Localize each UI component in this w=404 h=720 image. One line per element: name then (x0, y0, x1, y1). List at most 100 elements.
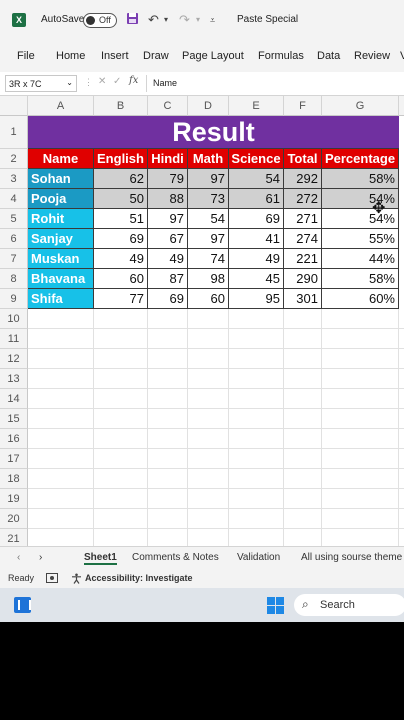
row-header-5[interactable]: 5 (0, 209, 28, 229)
table-cell[interactable]: 51 (94, 209, 148, 229)
table-cell[interactable]: 58% (322, 169, 399, 189)
customize-toolbar-icon[interactable]: ⩡ (210, 12, 215, 28)
scroll-left-icon[interactable]: ‹ (17, 552, 20, 563)
table-cell[interactable]: 54 (229, 169, 284, 189)
table-cell[interactable]: 50 (94, 189, 148, 209)
row-header-8[interactable]: 8 (0, 269, 28, 289)
table-cell[interactable]: 55% (322, 229, 399, 249)
tab-file[interactable]: File (17, 50, 35, 62)
row-header-4[interactable]: 4 (0, 189, 28, 209)
table-cell[interactable]: 221 (284, 249, 322, 269)
tab-formulas[interactable]: Formulas (258, 50, 304, 62)
column-header-g[interactable]: G (322, 96, 399, 116)
row-header-11[interactable]: 11 (0, 329, 28, 349)
name-cell[interactable]: Sanjay (28, 229, 94, 249)
tab-draw[interactable]: Draw (143, 50, 169, 62)
enter-icon[interactable]: ✓ (113, 76, 121, 87)
undo-dropdown-icon[interactable]: ▾ (164, 12, 168, 28)
row-header-18[interactable]: 18 (0, 469, 28, 489)
table-cell[interactable]: 87 (148, 269, 188, 289)
table-cell[interactable]: 45 (229, 269, 284, 289)
table-cell[interactable]: 97 (188, 229, 229, 249)
column-header-f[interactable]: F (284, 96, 322, 116)
name-cell[interactable]: Bhavana (28, 269, 94, 289)
table-cell[interactable]: 98 (188, 269, 229, 289)
scroll-right-icon[interactable]: › (39, 552, 42, 563)
windows-start-icon[interactable] (267, 597, 284, 614)
row-header-17[interactable]: 17 (0, 449, 28, 469)
table-cell[interactable]: 60 (94, 269, 148, 289)
header-cell-hindi[interactable]: Hindi (148, 149, 188, 169)
header-cell-name[interactable]: Name (28, 149, 94, 169)
tab-insert[interactable]: Insert (101, 50, 129, 62)
row-header-16[interactable]: 16 (0, 429, 28, 449)
header-cell-math[interactable]: Math (188, 149, 229, 169)
chevron-down-icon[interactable]: ⌄ (66, 78, 73, 87)
row-header-10[interactable]: 10 (0, 309, 28, 329)
name-cell[interactable]: Rohit (28, 209, 94, 229)
save-icon[interactable] (126, 12, 139, 29)
row-header-9[interactable]: 9 (0, 289, 28, 309)
table-cell[interactable]: 272 (284, 189, 322, 209)
table-cell[interactable]: 54 (188, 209, 229, 229)
table-cell[interactable]: 60 (188, 289, 229, 309)
column-header-h[interactable] (399, 96, 404, 116)
taskbar-search[interactable]: ⌕ Search (294, 594, 404, 616)
autosave-toggle[interactable]: Off (83, 13, 117, 28)
column-header-d[interactable]: D (188, 96, 229, 116)
table-cell[interactable]: 271 (284, 209, 322, 229)
table-cell[interactable]: 60% (322, 289, 399, 309)
table-cell[interactable]: 54% (322, 209, 399, 229)
macro-recording-icon[interactable] (46, 573, 58, 585)
table-cell[interactable]: 67 (148, 229, 188, 249)
column-header-a[interactable]: A (28, 96, 94, 116)
name-cell[interactable]: Pooja (28, 189, 94, 209)
table-cell[interactable]: 73 (188, 189, 229, 209)
paste-special-label[interactable]: Paste Special (237, 14, 298, 25)
table-cell[interactable]: 79 (148, 169, 188, 189)
table-cell[interactable]: 97 (148, 209, 188, 229)
sheet-tab-sheet1[interactable]: Sheet1 (84, 552, 117, 565)
row-header-1[interactable]: 1 (0, 116, 28, 149)
row-header-19[interactable]: 19 (0, 489, 28, 509)
table-cell[interactable]: 41 (229, 229, 284, 249)
row-header-20[interactable]: 20 (0, 509, 28, 529)
name-cell[interactable]: Muskan (28, 249, 94, 269)
cancel-icon[interactable]: ✕ (98, 76, 106, 87)
redo-icon[interactable]: ↷ (179, 12, 190, 28)
tab-review[interactable]: Review (354, 50, 390, 62)
row-header-12[interactable]: 12 (0, 349, 28, 369)
row-header-14[interactable]: 14 (0, 389, 28, 409)
table-cell[interactable]: 95 (229, 289, 284, 309)
worksheet-grid[interactable]: A B C D E F G 1 2 3 4 5 6 7 8 9 10 11 12 13 14 15 16 17 18 19 20 21… (0, 96, 404, 546)
header-cell-english[interactable]: English (94, 149, 148, 169)
row-header-3[interactable]: 3 (0, 169, 28, 189)
table-cell[interactable]: 69 (94, 229, 148, 249)
app-window-icon[interactable] (14, 597, 31, 613)
table-title[interactable]: Result (28, 116, 399, 149)
table-cell[interactable]: 58% (322, 269, 399, 289)
table-cell[interactable]: 62 (94, 169, 148, 189)
table-cell[interactable]: 274 (284, 229, 322, 249)
table-cell[interactable]: 301 (284, 289, 322, 309)
table-cell[interactable]: 74 (188, 249, 229, 269)
formula-input[interactable]: Name (146, 75, 404, 92)
redo-dropdown-icon[interactable]: ▾ (196, 12, 200, 28)
table-cell[interactable]: 54% (322, 189, 399, 209)
tab-page-layout[interactable]: Page Layout (182, 50, 244, 62)
header-cell-total[interactable]: Total (284, 149, 322, 169)
table-cell[interactable]: 49 (94, 249, 148, 269)
insert-function-icon[interactable]: fx (129, 75, 138, 86)
table-cell[interactable]: 44% (322, 249, 399, 269)
header-cell-percentage[interactable]: Percentage (322, 149, 399, 169)
select-all-corner[interactable] (0, 96, 28, 116)
column-header-e[interactable]: E (229, 96, 284, 116)
table-cell[interactable]: 69 (148, 289, 188, 309)
undo-icon[interactable]: ↶ (148, 12, 159, 28)
row-header-15[interactable]: 15 (0, 409, 28, 429)
tab-home[interactable]: Home (56, 50, 85, 62)
tab-data[interactable]: Data (317, 50, 340, 62)
table-cell[interactable]: 88 (148, 189, 188, 209)
row-header-21[interactable]: 21 (0, 529, 28, 546)
row-header-13[interactable]: 13 (0, 369, 28, 389)
